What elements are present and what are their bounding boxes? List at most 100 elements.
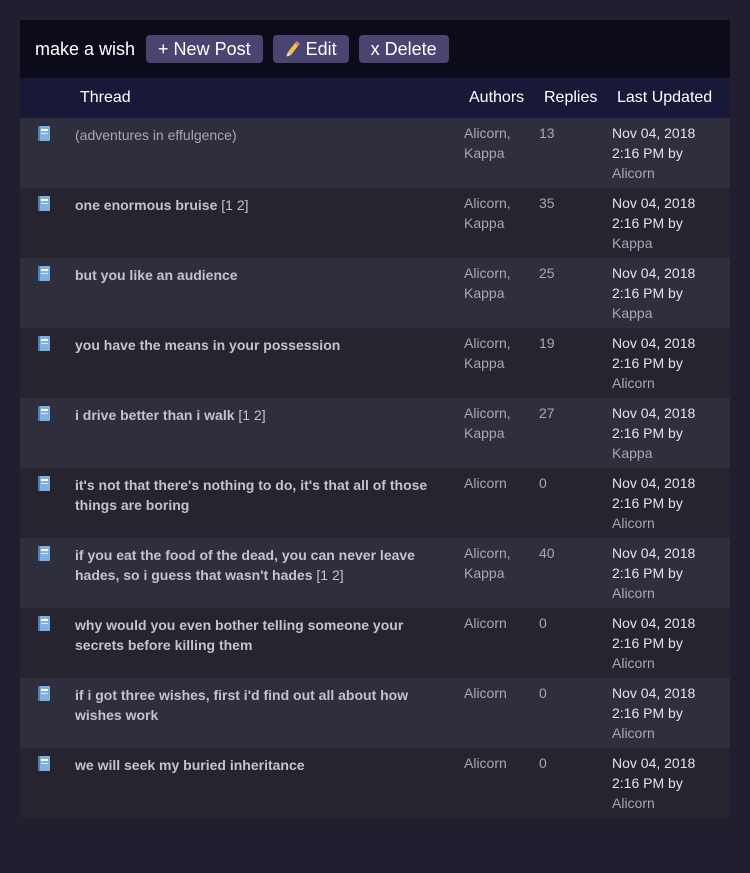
updated-by-user[interactable]: Alicorn [612,375,655,391]
updated-time[interactable]: 2:16 PM by [612,635,683,651]
author-link[interactable]: Alicorn [464,475,507,491]
thread-title-link[interactable]: (adventures in effulgence) [75,127,237,143]
updated-date[interactable]: Nov 04, 2018 [612,545,695,561]
delete-button[interactable]: x Delete [358,35,449,63]
column-header-authors[interactable]: Authors [469,89,524,107]
author-link[interactable]: Alicorn [464,685,507,701]
author-link[interactable]: Alicorn, [464,405,511,421]
thread-cell: it's not that there's nothing to do, it'… [75,475,440,515]
thread-cell: (adventures in effulgence) [75,125,440,145]
author-link[interactable]: Alicorn, [464,195,511,211]
thread-title-link[interactable]: if you eat the food of the dead, you can… [75,547,415,583]
thread-row: but you like an audience Alicorn, Kappa … [20,258,730,328]
updated-time[interactable]: 2:16 PM by [612,705,683,721]
updated-time[interactable]: 2:16 PM by [612,775,683,791]
updated-date[interactable]: Nov 04, 2018 [612,405,695,421]
thread-title-link[interactable]: why would you even bother telling someon… [75,617,403,653]
updated-date[interactable]: Nov 04, 2018 [612,195,695,211]
updated-by-user[interactable]: Alicorn [612,655,655,671]
author-link[interactable]: Alicorn, [464,335,511,351]
author-link[interactable]: Alicorn, [464,265,511,281]
authors-cell: Alicorn, Kappa [464,263,534,303]
edit-button-label: Edit [305,39,337,59]
author-link[interactable]: Kappa [464,145,504,161]
updated-date[interactable]: Nov 04, 2018 [612,615,695,631]
thread-cell: one enormous bruise [1 2] [75,195,440,215]
updated-date[interactable]: Nov 04, 2018 [612,475,695,491]
book-icon [38,756,50,771]
author-link[interactable]: Kappa [464,285,504,301]
thread-title-link[interactable]: but you like an audience [75,267,238,283]
updated-by-user[interactable]: Alicorn [612,795,655,811]
new-post-button[interactable]: + New Post [146,35,263,63]
updated-time[interactable]: 2:16 PM by [612,565,683,581]
author-link[interactable]: Alicorn [464,615,507,631]
column-header-last-updated[interactable]: Last Updated [617,89,712,107]
updated-by-user[interactable]: Alicorn [612,725,655,741]
updated-time[interactable]: 2:16 PM by [612,355,683,371]
authors-cell: Alicorn, Kappa [464,403,534,443]
book-icon [38,616,50,631]
board-title: make a wish [35,38,136,59]
book-icon [38,126,50,141]
thread-title-link[interactable]: we will seek my buried inheritance [75,757,305,773]
updated-date[interactable]: Nov 04, 2018 [612,755,695,771]
column-header-thread[interactable]: Thread [80,89,131,107]
updated-by-user[interactable]: Alicorn [612,585,655,601]
updated-date[interactable]: Nov 04, 2018 [612,125,695,141]
last-updated-cell: Nov 04, 2018 2:16 PM by Kappa [612,403,727,463]
authors-cell: Alicorn, Kappa [464,193,534,233]
updated-date[interactable]: Nov 04, 2018 [612,265,695,281]
thread-pages[interactable]: [1 2] [316,567,343,583]
thread-title-link[interactable]: if i got three wishes, first i'd find ou… [75,687,408,723]
author-link[interactable]: Kappa [464,215,504,231]
updated-time[interactable]: 2:16 PM by [612,285,683,301]
authors-cell: Alicorn, Kappa [464,333,534,373]
authors-cell: Alicorn [464,753,534,773]
updated-by-user[interactable]: Alicorn [612,515,655,531]
thread-cell: i drive better than i walk [1 2] [75,405,440,425]
author-link[interactable]: Alicorn [464,755,507,771]
updated-time[interactable]: 2:16 PM by [612,145,683,161]
author-link[interactable]: Alicorn, [464,545,511,561]
book-icon [38,686,50,701]
updated-time[interactable]: 2:16 PM by [612,495,683,511]
thread-title-link[interactable]: it's not that there's nothing to do, it'… [75,477,427,513]
author-link[interactable]: Alicorn, [464,125,511,141]
thread-cell: why would you even bother telling someon… [75,615,440,655]
author-link[interactable]: Kappa [464,355,504,371]
updated-time[interactable]: 2:16 PM by [612,425,683,441]
replies-count: 25 [539,265,555,281]
last-updated-cell: Nov 04, 2018 2:16 PM by Alicorn [612,613,727,673]
last-updated-cell: Nov 04, 2018 2:16 PM by Alicorn [612,683,727,743]
updated-date[interactable]: Nov 04, 2018 [612,335,695,351]
updated-date[interactable]: Nov 04, 2018 [612,685,695,701]
author-link[interactable]: Kappa [464,425,504,441]
column-header-replies[interactable]: Replies [544,89,597,107]
thread-cell: we will seek my buried inheritance [75,755,440,775]
thread-row: why would you even bother telling someon… [20,608,730,678]
updated-by-user[interactable]: Kappa [612,445,652,461]
thread-title-link[interactable]: one enormous bruise [75,197,217,213]
thread-pages[interactable]: [1 2] [221,197,248,213]
last-updated-cell: Nov 04, 2018 2:16 PM by Kappa [612,263,727,323]
author-link[interactable]: Kappa [464,565,504,581]
updated-by-user[interactable]: Kappa [612,305,652,321]
last-updated-cell: Nov 04, 2018 2:16 PM by Alicorn [612,753,727,813]
table-header: Thread Authors Replies Last Updated [20,78,730,118]
thread-row: it's not that there's nothing to do, it'… [20,468,730,538]
thread-title-link[interactable]: you have the means in your possession [75,337,340,353]
thread-pages[interactable]: [1 2] [238,407,265,423]
board-toolbar: make a wish + New Post Edit x Delete [20,20,730,78]
thread-row: (adventures in effulgence) Alicorn, Kapp… [20,118,730,188]
replies-count: 13 [539,125,555,141]
updated-by-user[interactable]: Kappa [612,235,652,251]
replies-count: 40 [539,545,555,561]
updated-by-user[interactable]: Alicorn [612,165,655,181]
updated-time[interactable]: 2:16 PM by [612,215,683,231]
thread-cell: if you eat the food of the dead, you can… [75,545,440,585]
authors-cell: Alicorn [464,683,534,703]
edit-button[interactable]: Edit [272,35,349,63]
thread-row: if i got three wishes, first i'd find ou… [20,678,730,748]
thread-title-link[interactable]: i drive better than i walk [75,407,235,423]
